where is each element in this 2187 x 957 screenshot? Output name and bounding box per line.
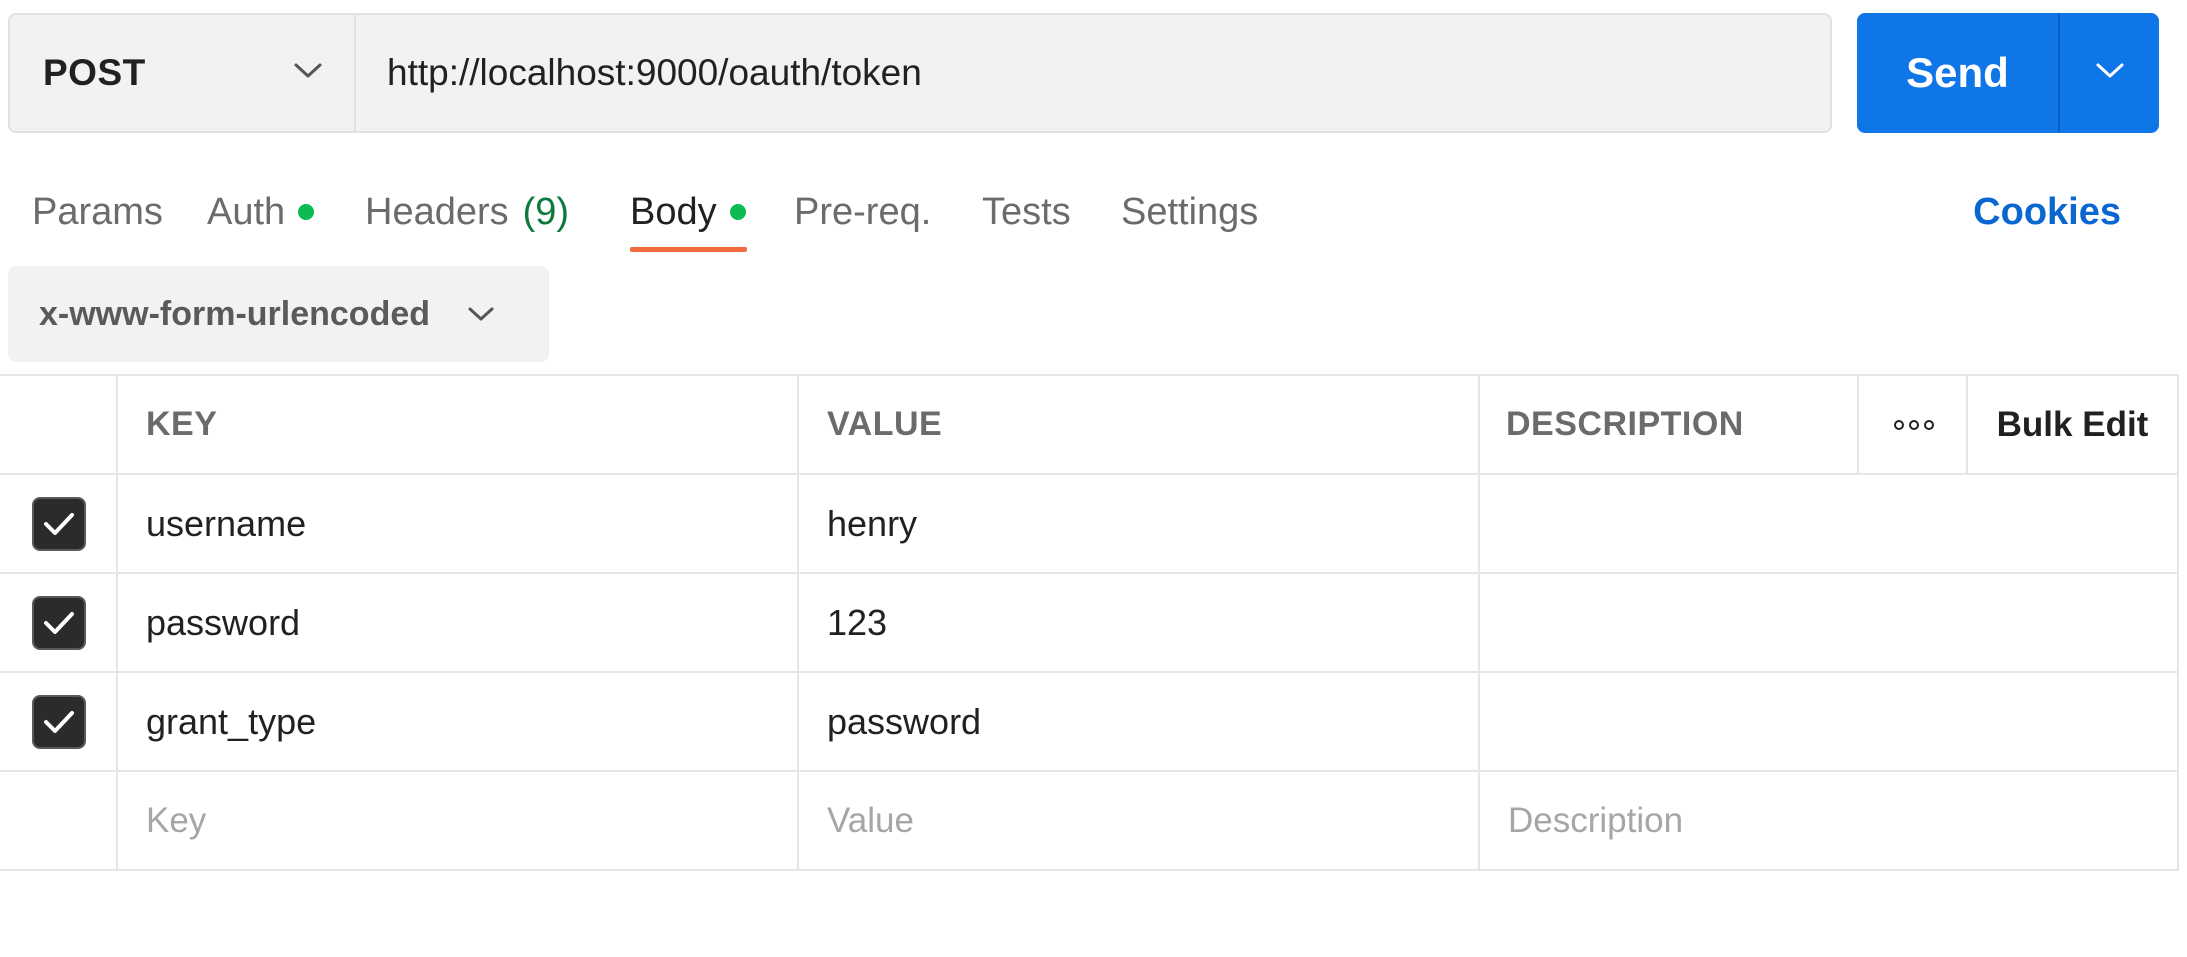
row-key: username xyxy=(146,502,307,544)
tab-tests[interactable]: Tests xyxy=(982,182,1071,242)
request-bar: POST xyxy=(8,13,1832,133)
request-tabs: Params Auth Headers (9) Body Pre-req. Te… xyxy=(0,170,2187,260)
active-tab-indicator xyxy=(630,247,747,252)
tab-body[interactable]: Body xyxy=(630,182,746,242)
row-key-cell[interactable]: password xyxy=(116,574,798,671)
row-description-cell[interactable] xyxy=(1478,673,2179,770)
send-button[interactable]: Send xyxy=(1857,13,2058,133)
row-checkbox[interactable] xyxy=(32,496,86,551)
tab-headers[interactable]: Headers (9) xyxy=(365,182,569,242)
row-key-cell[interactable]: grant_type xyxy=(116,673,798,770)
form-params-table: KEY VALUE DESCRIPTION Bulk Edit username… xyxy=(0,374,2179,871)
header-check-cell xyxy=(0,376,118,473)
status-dot-icon xyxy=(298,204,315,220)
body-type-select[interactable]: x-www-form-urlencoded xyxy=(8,266,549,362)
value-placeholder: Value xyxy=(827,800,914,840)
new-value-input[interactable]: Value xyxy=(797,772,1479,869)
tab-label: Headers xyxy=(365,190,509,233)
new-param-row: Key Value Description xyxy=(0,772,2179,871)
row-value-cell[interactable]: henry xyxy=(797,475,1479,572)
new-description-input[interactable]: Description xyxy=(1478,772,2179,869)
tab-settings[interactable]: Settings xyxy=(1121,182,1258,242)
send-group: Send xyxy=(1857,13,2159,133)
chevron-down-icon xyxy=(294,63,322,84)
row-check-cell xyxy=(0,673,118,770)
method-label: POST xyxy=(43,52,146,93)
status-dot-icon xyxy=(729,204,746,220)
row-value: password xyxy=(827,700,982,742)
key-placeholder: Key xyxy=(146,800,207,840)
headers-count: (9) xyxy=(522,190,570,233)
tab-label: Tests xyxy=(982,190,1071,233)
header-key-cell: KEY xyxy=(116,376,798,473)
table-row: username henry xyxy=(0,475,2179,574)
row-description-cell[interactable] xyxy=(1478,475,2179,572)
row-value: 123 xyxy=(827,601,888,643)
chevron-down-icon xyxy=(2096,63,2124,84)
tab-label: Auth xyxy=(207,190,286,233)
body-type-label: x-www-form-urlencoded xyxy=(39,294,431,333)
send-options-button[interactable] xyxy=(2060,13,2159,133)
column-header-value: VALUE xyxy=(827,405,943,443)
header-description-cell: DESCRIPTION xyxy=(1478,376,1858,473)
table-row: grant_type password xyxy=(0,673,2179,772)
method-select[interactable]: POST xyxy=(10,15,356,131)
table-header-row: KEY VALUE DESCRIPTION Bulk Edit xyxy=(0,376,2179,475)
checkmark-icon xyxy=(44,512,74,535)
table-row: password 123 xyxy=(0,574,2179,673)
bulk-edit-cell: Bulk Edit xyxy=(1966,376,2179,473)
chevron-down-icon xyxy=(468,307,494,322)
row-checkbox[interactable] xyxy=(32,694,86,749)
tab-params[interactable]: Params xyxy=(32,182,163,242)
column-header-description: DESCRIPTION xyxy=(1506,405,1744,443)
row-check-cell xyxy=(0,475,118,572)
tab-pre-request[interactable]: Pre-req. xyxy=(794,182,931,242)
header-value-cell: VALUE xyxy=(797,376,1479,473)
row-value: henry xyxy=(827,502,918,544)
more-options-button[interactable] xyxy=(1857,376,1968,473)
cookies-link[interactable]: Cookies xyxy=(1973,182,2121,242)
tab-label: Settings xyxy=(1121,190,1259,233)
row-check-cell xyxy=(0,772,118,869)
tab-label: Pre-req. xyxy=(794,190,932,233)
row-value-cell[interactable]: 123 xyxy=(797,574,1479,671)
row-key: grant_type xyxy=(146,700,317,742)
bulk-edit-button[interactable]: Bulk Edit xyxy=(1997,405,2149,445)
tab-label: Body xyxy=(630,190,717,233)
column-header-key: KEY xyxy=(146,405,218,443)
description-placeholder: Description xyxy=(1508,800,1684,840)
tab-auth[interactable]: Auth xyxy=(207,182,315,242)
row-check-cell xyxy=(0,574,118,671)
row-key-cell[interactable]: username xyxy=(116,475,798,572)
row-description-cell[interactable] xyxy=(1478,574,2179,671)
row-value-cell[interactable]: password xyxy=(797,673,1479,770)
tab-label: Params xyxy=(32,190,163,233)
checkmark-icon xyxy=(44,611,74,634)
more-horizontal-icon xyxy=(1893,419,1934,430)
row-key: password xyxy=(146,601,301,643)
new-key-input[interactable]: Key xyxy=(116,772,798,869)
row-checkbox[interactable] xyxy=(32,595,86,650)
url-input[interactable] xyxy=(356,15,1830,131)
checkmark-icon xyxy=(44,710,74,733)
